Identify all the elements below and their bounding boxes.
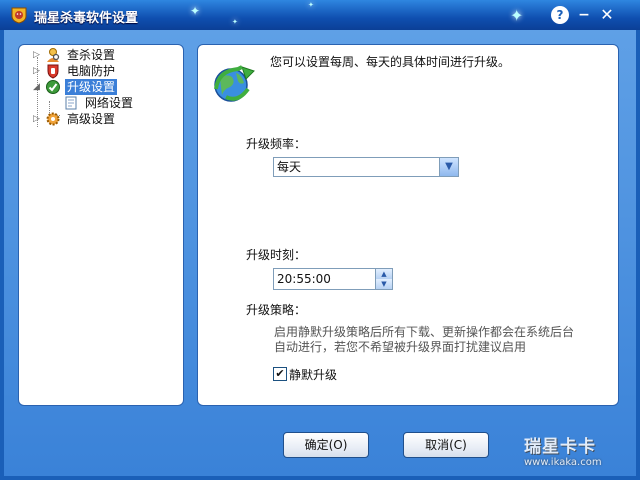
settings-window: 瑞星杀毒软件设置 ✦ ✦ ✦ ✦ ? − ✕ ▷ 查杀设置 ▷ 电脑防护 ◢ 升… [0,0,640,480]
window-title: 瑞星杀毒软件设置 [34,11,139,26]
tree-item-upgrade-settings[interactable]: ◢ 升级设置 [33,79,173,95]
sparkle-decoration: ✦ [190,4,201,18]
client-area: ▷ 查杀设置 ▷ 电脑防护 ◢ 升级设置 网络设置 ▷ 高级设置 您可以设置每周… [4,30,636,476]
frequency-value: 每天 [277,160,302,174]
strategy-description: 启用静默升级策略后所有下载、更新操作都会在系统后台 自动进行，若您不希望被升级界… [274,325,599,355]
minimize-button[interactable]: − [575,6,593,24]
strategy-desc-line: 启用静默升级策略后所有下载、更新操作都会在系统后台 [274,325,575,339]
globe-refresh-icon [214,65,255,102]
strategy-desc-line: 自动进行，若您不希望被升级界面打扰建议启用 [274,340,527,354]
upgrade-frequency-select[interactable]: 每天 ▼ [273,157,459,177]
tree-item-label: 高级设置 [67,112,116,126]
shield-hand-icon [47,64,59,79]
document-icon [65,96,77,110]
frequency-label: 升级频率： [246,137,307,151]
strategy-label: 升级策略： [246,303,307,317]
expand-arrow-icon[interactable]: ▷ [33,51,41,60]
chevron-down-icon[interactable]: ▼ [439,158,458,176]
cancel-button[interactable]: 取消(C) [403,432,489,458]
tree-item-label: 查杀设置 [67,48,116,62]
title-bar[interactable]: 瑞星杀毒软件设置 ✦ ✦ ✦ ✦ ? − ✕ [0,0,640,30]
upgrade-intro-text: 您可以设置每周、每天的具体时间进行升级。 [270,55,511,69]
tree-item-label: 电脑防护 [67,64,116,78]
tree-item-network-settings[interactable]: 网络设置 [33,95,173,111]
upgrade-settings-panel: 您可以设置每周、每天的具体时间进行升级。 升级频率： 每天 ▼ 升级时刻： 20… [197,44,619,406]
upgrade-icon [46,80,60,94]
rising-lion-logo-icon [11,7,27,24]
sparkle-decoration: ✦ [510,6,524,25]
expand-arrow-icon[interactable]: ▷ [33,67,41,76]
upgrade-time-input[interactable]: 20:55:00 ▲ ▼ [273,268,393,290]
search-person-icon [47,48,60,62]
tree-item-label: 网络设置 [85,96,134,110]
silent-upgrade-label[interactable]: 静默升级 [289,366,337,383]
time-spinner[interactable]: ▲ ▼ [375,269,392,289]
watermark-brand: 瑞星卡卡 [524,437,596,457]
rising-kaka-watermark: 瑞星卡卡 www.ikaka.com [514,430,638,474]
ok-button[interactable]: 确定(O) [283,432,369,458]
sparkle-decoration: ✦ [308,1,314,9]
settings-tree: ▷ 查杀设置 ▷ 电脑防护 ◢ 升级设置 网络设置 ▷ 高级设置 [18,44,184,406]
tree-item-pc-protection[interactable]: ▷ 电脑防护 [33,63,173,79]
gear-icon [46,112,60,126]
silent-upgrade-checkbox[interactable]: ✔ [273,367,287,381]
sparkle-decoration: ✦ [232,18,238,26]
tree-item-label: 升级设置 [65,79,118,95]
collapse-arrow-icon[interactable]: ◢ [33,83,41,92]
tree-item-scan-settings[interactable]: ▷ 查杀设置 [33,47,173,63]
time-label: 升级时刻： [246,248,307,262]
help-button[interactable]: ? [551,6,569,24]
watermark-url: www.ikaka.com [524,457,602,468]
tree-item-advanced-settings[interactable]: ▷ 高级设置 [33,111,173,127]
time-value: 20:55:00 [277,272,331,286]
spin-up-icon[interactable]: ▲ [376,269,392,279]
spin-down-icon[interactable]: ▼ [376,279,392,289]
close-button[interactable]: ✕ [598,6,616,24]
expand-arrow-icon[interactable]: ▷ [33,115,41,124]
